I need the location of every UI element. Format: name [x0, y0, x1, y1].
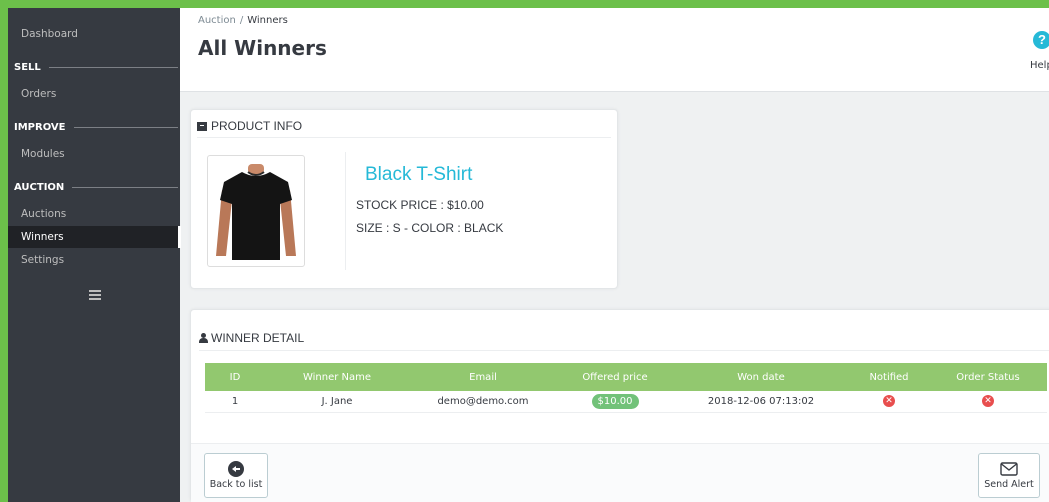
winner-name: J. Jane	[265, 391, 409, 413]
divider	[345, 152, 346, 270]
winner-detail-panel: WINNER DETAIL ID Winner Name Email Offer…	[190, 309, 1049, 502]
winner-email: demo@demo.com	[409, 391, 557, 413]
notified-cell: ✕	[849, 391, 929, 413]
panel-footer: Back to list Send Alert	[191, 443, 1049, 502]
product-info-title: PRODUCT INFO	[211, 119, 303, 133]
column-header-won-date[interactable]: Won date	[673, 363, 849, 391]
breadcrumb-separator: /	[239, 15, 244, 26]
sidebar-item-settings[interactable]: Settings	[8, 249, 180, 271]
product-info-heading: PRODUCT INFO	[197, 119, 302, 133]
winner-id: 1	[205, 391, 265, 413]
sidebar-section-title: IMPROVE	[14, 121, 66, 133]
arrow-left-circle-icon	[228, 461, 244, 477]
breadcrumb-parent-link[interactable]: Auction	[198, 15, 236, 26]
menu-toggle-icon[interactable]	[89, 290, 101, 300]
send-alert-button[interactable]: Send Alert	[978, 453, 1040, 498]
sidebar-section-title: SELL	[14, 61, 41, 73]
breadcrumb: Auction / Winners	[198, 15, 288, 26]
column-header-notified[interactable]: Notified	[849, 363, 929, 391]
user-icon	[199, 333, 208, 343]
product-info-panel: PRODUCT INFO Black T-Shirt STOCK PRICE :…	[190, 109, 618, 289]
order-status-cell: ✕	[929, 391, 1047, 413]
sidebar-item-dashboard[interactable]: Dashboard	[8, 23, 180, 45]
table-row: 1 J. Jane demo@demo.com $10.00 2018-12-0…	[205, 391, 1047, 413]
notified-cross-icon: ✕	[883, 395, 895, 408]
winners-table: ID Winner Name Email Offered price Won d…	[205, 363, 1047, 413]
sidebar-section-improve: IMPROVE	[8, 118, 180, 136]
breadcrumb-current: Winners	[247, 15, 288, 26]
table-header-row: ID Winner Name Email Offered price Won d…	[205, 363, 1047, 391]
sidebar-item-orders[interactable]: Orders	[8, 83, 180, 105]
offered-price-cell: $10.00	[557, 391, 673, 413]
envelope-icon	[1000, 462, 1018, 476]
product-image	[207, 155, 305, 267]
column-header-email[interactable]: Email	[409, 363, 557, 391]
sidebar-item-modules[interactable]: Modules	[8, 143, 180, 165]
page-header: Auction/Winners All Winners ? Help	[180, 8, 1049, 92]
column-header-id[interactable]: ID	[205, 363, 265, 391]
sidebar-item-winners[interactable]: Winners	[8, 226, 181, 248]
product-name-link[interactable]: Black T-Shirt	[365, 164, 472, 186]
column-header-offered-price[interactable]: Offered price	[557, 363, 673, 391]
won-date: 2018-12-06 07:13:02	[673, 391, 849, 413]
app-frame: Dashboard SELL Orders IMPROVE Modules AU…	[8, 8, 1049, 502]
back-to-list-label: Back to list	[209, 479, 263, 490]
back-to-list-button[interactable]: Back to list	[204, 453, 268, 498]
divider	[199, 350, 1049, 351]
column-header-winner-name[interactable]: Winner Name	[265, 363, 409, 391]
tshirt-image	[212, 160, 300, 262]
sidebar-section-title: AUCTION	[14, 181, 65, 193]
product-attributes: SIZE : S - COLOR : BLACK	[356, 221, 504, 235]
help-label[interactable]: Help	[1030, 60, 1049, 71]
send-alert-label: Send Alert	[984, 479, 1034, 490]
sidebar-item-auctions[interactable]: Auctions	[8, 203, 180, 225]
product-stock-price: STOCK PRICE : $10.00	[356, 198, 484, 212]
divider	[197, 137, 611, 138]
sidebar: Dashboard SELL Orders IMPROVE Modules AU…	[8, 8, 181, 502]
price-badge: $10.00	[591, 393, 639, 409]
winner-detail-heading: WINNER DETAIL	[199, 331, 304, 345]
archive-icon	[197, 121, 207, 131]
help-icon[interactable]: ?	[1033, 31, 1049, 49]
sidebar-section-sell: SELL	[8, 58, 180, 76]
winner-detail-title: WINNER DETAIL	[211, 331, 305, 345]
sidebar-section-auction: AUCTION	[8, 178, 180, 196]
page-title: All Winners	[198, 36, 327, 60]
order-status-cross-icon: ✕	[982, 395, 994, 408]
column-header-order-status[interactable]: Order Status	[929, 363, 1047, 391]
